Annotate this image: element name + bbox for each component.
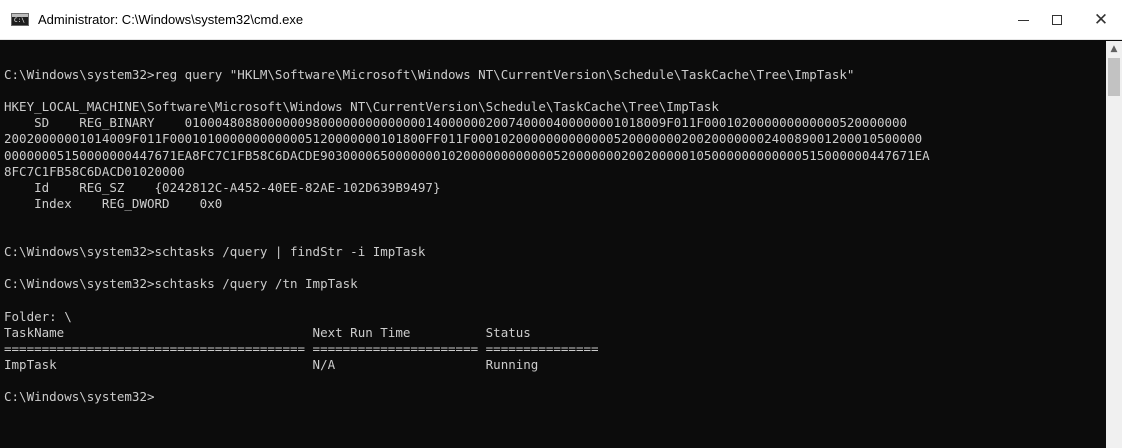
console-line: C:\Windows\system32>schtasks /query /tn … <box>4 276 358 292</box>
console-line: C:\Windows\system32>reg query "HKLM\Soft… <box>4 67 855 83</box>
console-prompt-line: C:\Windows\system32> <box>4 388 155 404</box>
minimize-icon <box>1017 19 1029 21</box>
console-line: Folder: \ <box>4 308 72 324</box>
cmd-console-icon[interactable]: C:\ <box>11 13 29 26</box>
console-line: ImpTask N/A Running <box>4 356 539 372</box>
maximize-button[interactable] <box>1034 0 1080 40</box>
console-line: TaskName Next Run Time Status <box>4 324 531 340</box>
console-line: 8FC7C1FB58C6DACD01020000 <box>4 163 185 179</box>
console-line: 00000005150000000447671EA8FC7C1FB58C6DAC… <box>4 147 930 163</box>
console-line: HKEY_LOCAL_MACHINE\Software\Microsoft\Wi… <box>4 99 719 115</box>
scroll-thumb[interactable] <box>1108 58 1120 96</box>
maximize-icon <box>1052 15 1062 25</box>
window-title: Administrator: C:\Windows\system32\cmd.e… <box>38 12 304 27</box>
console-line: Index REG_DWORD 0x0 <box>4 195 223 211</box>
console-line: Id REG_SZ {0242812C-A452-40EE-82AE-102D6… <box>4 179 441 195</box>
title-bar[interactable]: C:\ Administrator: C:\Windows\system32\c… <box>0 0 1122 40</box>
console-output[interactable]: C:\Windows\system32>reg query "HKLM\Soft… <box>0 41 1106 448</box>
vertical-scrollbar[interactable]: ▲ <box>1106 41 1122 448</box>
close-icon: ✕ <box>1093 9 1109 30</box>
console-line: 20020000001014009F011F000101000000000000… <box>4 131 923 147</box>
scroll-up-arrow-icon[interactable]: ▲ <box>1106 41 1122 57</box>
cmd-icon-prompt: C:\ <box>14 17 25 24</box>
console-line: SD REG_BINARY 01000480880000009800000000… <box>4 115 908 131</box>
console-lines: C:\Windows\system32>reg query "HKLM\Soft… <box>0 41 1106 405</box>
cmd-window: C:\ Administrator: C:\Windows\system32\c… <box>0 0 1122 448</box>
console-line: C:\Windows\system32>schtasks /query | fi… <box>4 244 426 260</box>
console-line: ========================================… <box>4 340 599 356</box>
close-button[interactable]: ✕ <box>1078 0 1122 40</box>
